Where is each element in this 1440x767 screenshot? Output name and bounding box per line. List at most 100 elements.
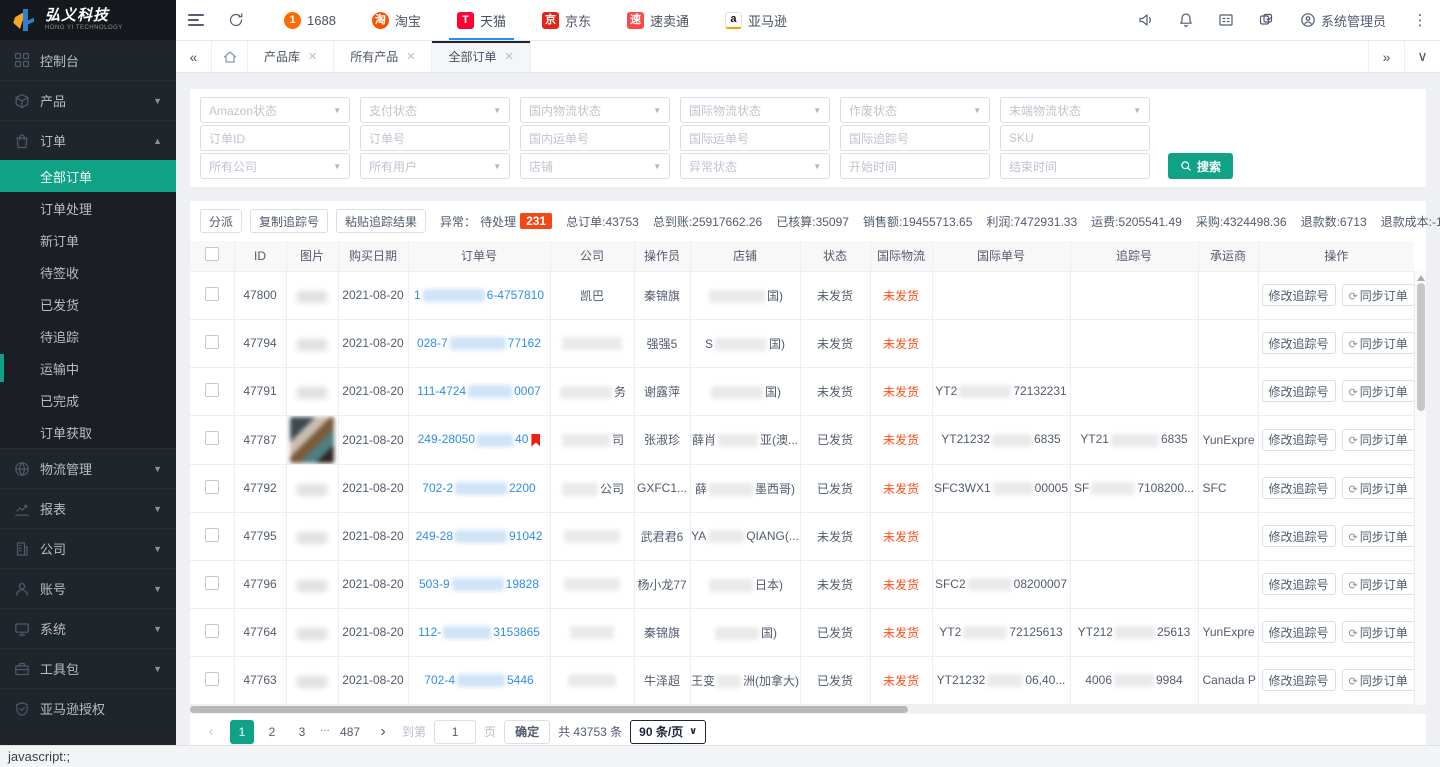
order-number-link[interactable]: 702-45446	[424, 673, 533, 687]
filter-select-店铺[interactable]: 店铺▼	[520, 153, 670, 179]
page-size-select[interactable]: 90 条/页 ∨	[630, 720, 706, 744]
edit-tracking-button[interactable]: 修改追踪号	[1262, 477, 1336, 499]
sync-order-button[interactable]: ⟳同步订单	[1342, 380, 1414, 402]
bell-icon[interactable]	[1166, 0, 1206, 40]
sidebar-collapse-icon[interactable]	[176, 0, 216, 40]
filter-input-国际追踪号[interactable]: 国际追踪号	[840, 125, 990, 151]
sidebar-item-公司[interactable]: 公司▼	[0, 528, 176, 568]
edit-tracking-button[interactable]: 修改追踪号	[1262, 429, 1336, 451]
edit-tracking-button[interactable]: 修改追踪号	[1262, 525, 1336, 547]
tabs-menu-icon[interactable]: ∨	[1404, 41, 1440, 72]
platform-tab-1688[interactable]: 11688	[266, 0, 354, 40]
page-number-1[interactable]: 1	[230, 720, 254, 744]
sidebar-subitem-订单获取[interactable]: 订单获取	[0, 416, 176, 448]
filter-select-支付状态[interactable]: 支付状态▼	[360, 97, 510, 123]
filter-input-国内运单号[interactable]: 国内运单号	[520, 125, 670, 151]
row-checkbox[interactable]	[205, 480, 219, 494]
filter-input-SKU[interactable]: SKU	[1000, 125, 1150, 151]
edit-tracking-button[interactable]: 修改追踪号	[1262, 380, 1336, 402]
edit-tracking-button[interactable]: 修改追踪号	[1262, 573, 1336, 595]
row-checkbox[interactable]	[205, 528, 219, 542]
refresh-icon[interactable]	[216, 0, 256, 40]
tab-全部订单[interactable]: 全部订单✕	[432, 41, 530, 72]
order-number-link[interactable]: 028-777162	[417, 336, 541, 350]
tab-产品库[interactable]: 产品库✕	[248, 41, 334, 72]
filter-input-订单号[interactable]: 订单号	[360, 125, 510, 151]
edit-tracking-button[interactable]: 修改追踪号	[1262, 332, 1336, 354]
sync-order-button[interactable]: ⟳同步订单	[1342, 621, 1414, 643]
tabs-scroll-right-icon[interactable]: »	[1368, 41, 1404, 72]
filter-input-国际运单号[interactable]: 国际运单号	[680, 125, 830, 151]
order-number-link[interactable]: 503-919828	[419, 577, 539, 591]
row-checkbox[interactable]	[205, 672, 219, 686]
filter-select-所有公司[interactable]: 所有公司▼	[200, 153, 350, 179]
sidebar-subitem-运输中[interactable]: 运输中	[0, 352, 176, 384]
select-all-checkbox[interactable]	[205, 247, 219, 261]
platform-tab-天猫[interactable]: T天猫	[439, 0, 524, 40]
sidebar-item-系统[interactable]: 系统▼	[0, 608, 176, 648]
sync-order-button[interactable]: ⟳同步订单	[1342, 332, 1414, 354]
platform-tab-京东[interactable]: 京京东	[524, 0, 609, 40]
tabs-scroll-left-icon[interactable]: «	[176, 41, 212, 72]
sync-order-button[interactable]: ⟳同步订单	[1342, 573, 1414, 595]
sync-order-button[interactable]: ⟳同步订单	[1342, 284, 1414, 306]
tab-close-icon[interactable]: ✕	[308, 50, 317, 63]
sidebar-item-物流管理[interactable]: 物流管理▼	[0, 448, 176, 488]
order-number-link[interactable]: 249-2891042	[416, 529, 543, 543]
sidebar-subitem-待追踪[interactable]: 待追踪	[0, 320, 176, 352]
apps-grid-icon[interactable]	[1206, 0, 1246, 40]
filter-select-末端物流状态[interactable]: 末端物流状态▼	[1000, 97, 1150, 123]
tab-close-icon[interactable]: ✕	[406, 50, 415, 63]
order-number-link[interactable]: 111-47240007	[417, 384, 541, 398]
order-number-link[interactable]: 702-22200	[422, 481, 535, 495]
row-checkbox[interactable]	[205, 383, 219, 397]
sidebar-item-产品[interactable]: 产品▼	[0, 80, 176, 120]
row-checkbox[interactable]	[205, 576, 219, 590]
platform-tab-淘宝[interactable]: 淘淘宝	[354, 0, 439, 40]
edit-tracking-button[interactable]: 修改追踪号	[1262, 621, 1336, 643]
sidebar-subitem-新订单[interactable]: 新订单	[0, 224, 176, 256]
filter-select-国内物流状态[interactable]: 国内物流状态▼	[520, 97, 670, 123]
sidebar-subitem-全部订单[interactable]: 全部订单	[0, 160, 176, 192]
order-number-link[interactable]: 16-4757810	[414, 288, 544, 302]
page-number-2[interactable]: 2	[260, 720, 284, 744]
switch-account-icon[interactable]	[1246, 0, 1286, 40]
next-page-icon[interactable]: ›	[372, 723, 394, 741]
jump-page-input[interactable]	[434, 720, 476, 744]
toolbar-button-复制追踪号[interactable]: 复制追踪号	[250, 209, 328, 233]
tab-所有产品[interactable]: 所有产品✕	[334, 41, 432, 72]
sidebar-item-亚马逊授权[interactable]: 亚马逊授权	[0, 688, 176, 728]
sync-order-button[interactable]: ⟳同步订单	[1342, 669, 1414, 691]
more-icon[interactable]: ⋮	[1400, 0, 1440, 40]
filter-input-结束时间[interactable]: 结束时间	[1000, 153, 1150, 179]
sidebar-item-报表[interactable]: 报表▼	[0, 488, 176, 528]
sidebar-subitem-订单处理[interactable]: 订单处理	[0, 192, 176, 224]
prev-page-icon[interactable]: ‹	[200, 723, 222, 741]
sync-order-button[interactable]: ⟳同步订单	[1342, 525, 1414, 547]
platform-tab-亚马逊[interactable]: a亚马逊	[707, 0, 805, 40]
filter-input-订单ID[interactable]: 订单ID	[200, 125, 350, 151]
order-number-link[interactable]: 249-2805040	[418, 432, 529, 446]
sidebar-item-控制台[interactable]: 控制台	[0, 40, 176, 80]
toolbar-button-粘贴追踪结果[interactable]: 粘贴追踪结果	[336, 209, 426, 233]
sidebar-item-工具包[interactable]: 工具包▼	[0, 648, 176, 688]
sidebar-subitem-已发货[interactable]: 已发货	[0, 288, 176, 320]
vertical-scrollbar[interactable]	[1414, 271, 1426, 705]
sidebar-item-账号[interactable]: 账号▼	[0, 568, 176, 608]
page-number-487[interactable]: 487	[336, 720, 364, 744]
tab-close-icon[interactable]: ✕	[504, 50, 513, 63]
search-button[interactable]: 搜索	[1168, 153, 1233, 179]
filter-select-作废状态[interactable]: 作废状态▼	[840, 97, 990, 123]
sync-order-button[interactable]: ⟳同步订单	[1342, 429, 1414, 451]
sidebar-subitem-待签收[interactable]: 待签收	[0, 256, 176, 288]
filter-input-开始时间[interactable]: 开始时间	[840, 153, 990, 179]
jump-confirm-button[interactable]: 确定	[504, 720, 550, 744]
user-menu[interactable]: 系统管理员	[1286, 11, 1400, 30]
edit-tracking-button[interactable]: 修改追踪号	[1262, 669, 1336, 691]
row-checkbox[interactable]	[205, 431, 219, 445]
row-checkbox[interactable]	[205, 335, 219, 349]
filter-select-国际物流状态[interactable]: 国际物流状态▼	[680, 97, 830, 123]
toolbar-button-分派[interactable]: 分派	[200, 209, 242, 233]
order-number-link[interactable]: 112-3153865	[418, 625, 540, 639]
edit-tracking-button[interactable]: 修改追踪号	[1262, 284, 1336, 306]
